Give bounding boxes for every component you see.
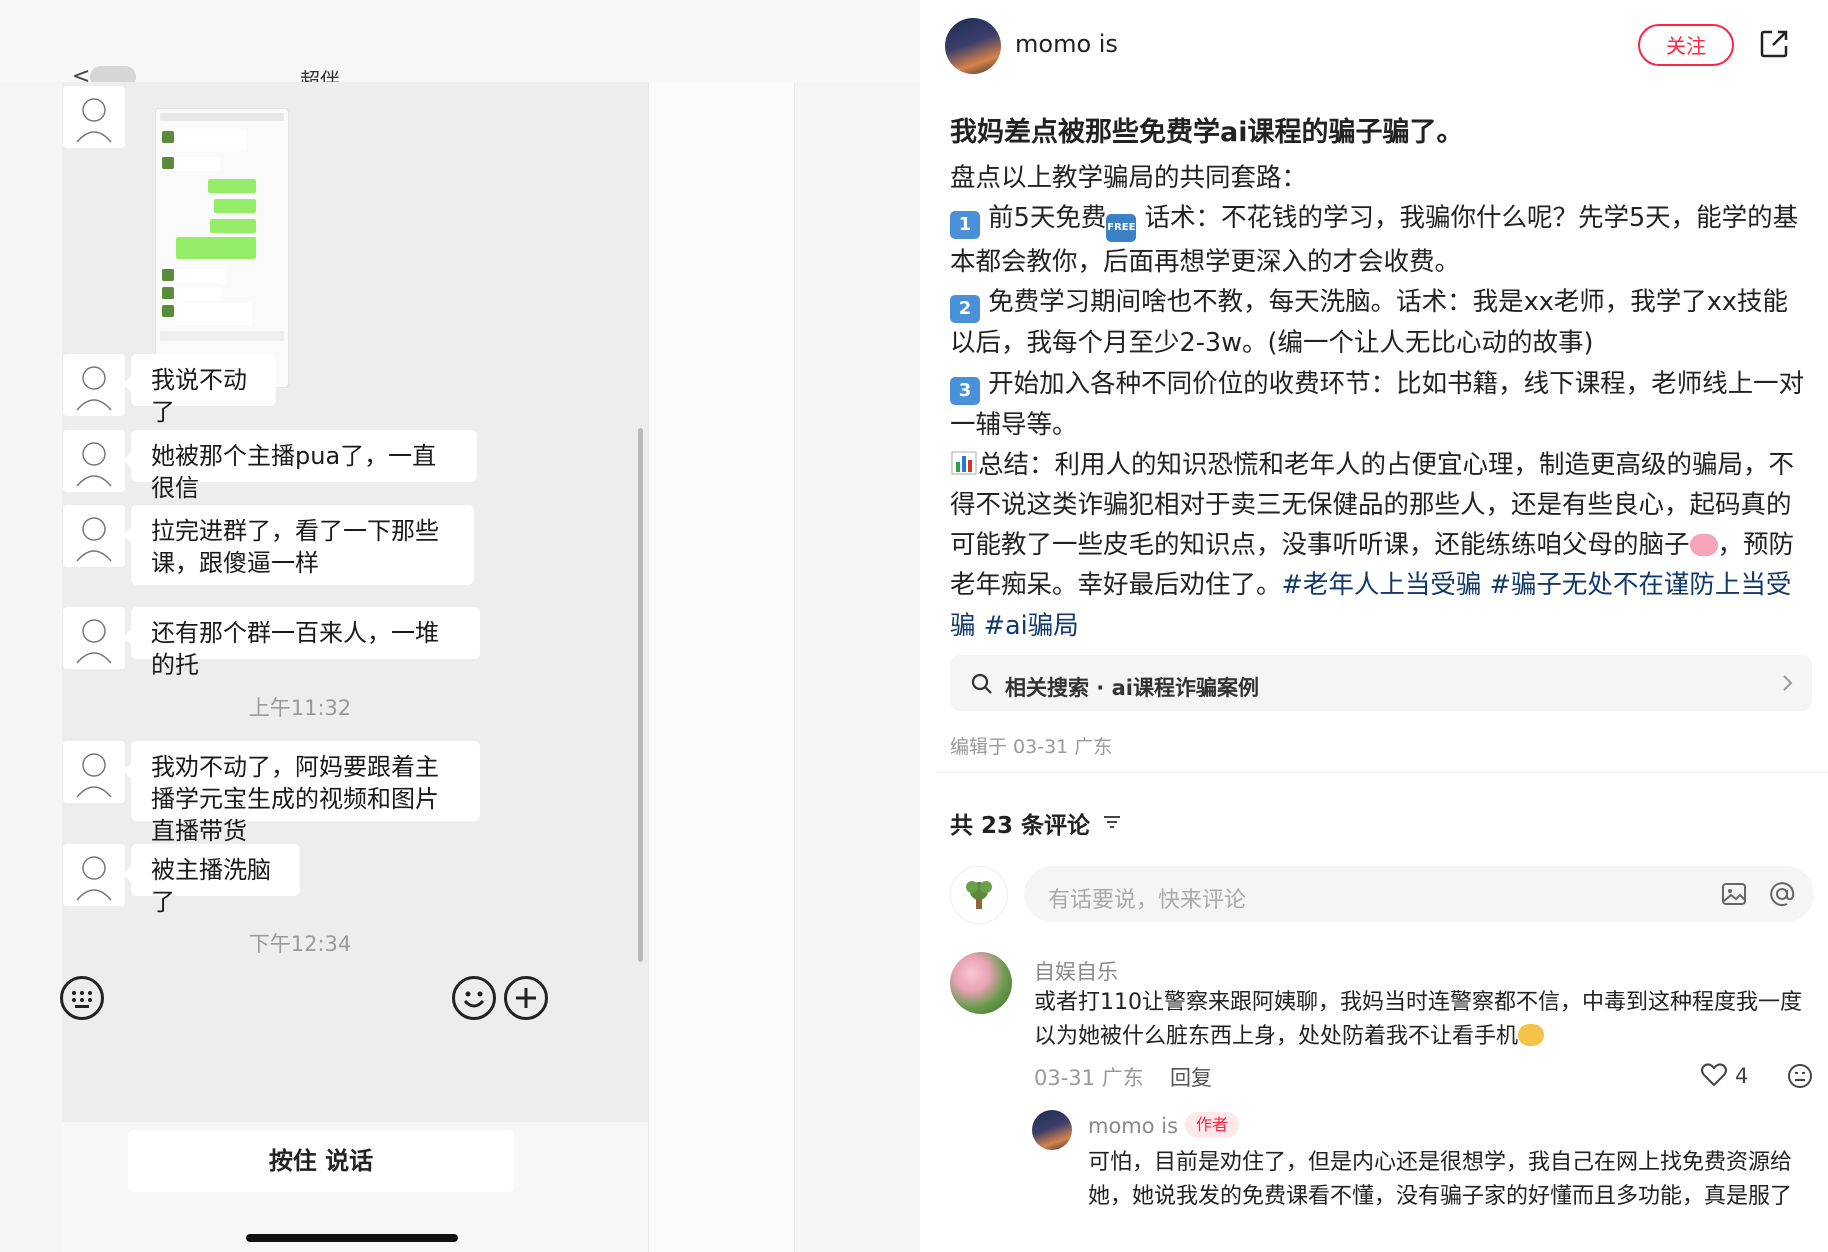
chat-messages	[62, 82, 648, 1252]
divider	[936, 772, 1828, 773]
message-bubble[interactable]: 我劝不动了，阿妈要跟着主播学元宝生成的视频和图片直播带货	[123, 741, 480, 845]
at-mention-icon[interactable]	[1768, 880, 1796, 912]
comment-meta: 03-31 广东	[1034, 1066, 1144, 1090]
message-bubble[interactable]: 她被那个主播pua了，一直很信	[123, 430, 477, 502]
like-icon[interactable]	[1700, 1062, 1728, 1092]
post-body: 盘点以上教学骗局的共同套路： 1 前5天免费FREE 话术：不花钱的学习，我骗你…	[950, 158, 1812, 646]
author-tag: 作者	[1185, 1112, 1239, 1138]
hold-to-talk-button[interactable]: 按住 说话	[128, 1130, 514, 1192]
avatar[interactable]	[63, 354, 125, 416]
message-bubble[interactable]: 还有那个群一百来人，一堆的托	[123, 607, 480, 679]
plus-icon[interactable]	[504, 976, 548, 1020]
point-3: 3 开始加入各种不同价位的收费环节：比如书籍，线下课程，老师线上一对一辅导等。	[950, 368, 1805, 440]
keycap-3-icon: 3	[950, 376, 980, 405]
avatar[interactable]	[63, 844, 125, 906]
reply-button[interactable]: 回复	[1170, 1062, 1212, 1092]
commenter-avatar[interactable]	[950, 952, 1012, 1014]
comment-emoji-icon[interactable]	[1786, 1062, 1814, 1094]
commenter-name[interactable]: 自娱自乐	[1034, 956, 1118, 986]
chevron-right-icon	[1780, 672, 1796, 698]
free-badge-icon: FREE	[1106, 214, 1137, 243]
avatar[interactable]	[63, 741, 125, 803]
comment-count: 共 23 条评论	[950, 813, 1091, 839]
chat-margin	[648, 82, 795, 1252]
follow-button[interactable]: 关注	[1638, 24, 1734, 66]
like-count: 4	[1735, 1064, 1749, 1088]
my-avatar	[950, 866, 1008, 924]
crying-emoji-icon	[1518, 1024, 1545, 1046]
hashtag-link[interactable]: #ai骗局	[984, 611, 1079, 641]
search-icon	[970, 672, 994, 700]
author-reply-avatar[interactable]	[1032, 1110, 1072, 1150]
bar-chart-icon	[950, 450, 978, 480]
avatar[interactable]	[63, 505, 125, 567]
message-bubble[interactable]: 我说不动了	[123, 354, 276, 426]
avatar[interactable]	[63, 86, 125, 148]
hashtag-link[interactable]: #老年人上当受骗	[1282, 570, 1482, 600]
brain-icon	[1689, 534, 1718, 557]
author-avatar[interactable]	[945, 18, 1001, 74]
post-title: 我妈差点被那些免费学ai课程的骗子骗了。	[950, 117, 1464, 148]
point-1: 1 前5天免费FREE 话术：不花钱的学习，我骗你什么呢？先学5天，能学的基本都…	[950, 203, 1799, 278]
emoji-icon[interactable]	[452, 976, 496, 1020]
comment-text: 或者打110让警察来跟阿姨聊，我妈当时连警察都不信，中毒到这种程度我一度以为她被…	[1034, 990, 1802, 1049]
avatar[interactable]	[63, 607, 125, 669]
message-bubble[interactable]: 被主播洗脑了	[123, 844, 300, 916]
message-bubble[interactable]: 拉完进群了，看了一下那些课，跟傻逼一样	[123, 505, 474, 585]
avatar[interactable]	[63, 430, 125, 492]
image-icon[interactable]	[1720, 880, 1748, 912]
point-2: 2 免费学习期间啥也不教，每天洗脑。话术：我是xx老师，我学了xx技能以后，我每…	[950, 287, 1788, 359]
keyboard-icon[interactable]	[60, 976, 104, 1020]
comment-text: 可怕，目前是劝住了，但是内心还是很想学，我自己在网上找免费资源给她，她说我发的免…	[1088, 1150, 1793, 1209]
author-name[interactable]: momo is	[1015, 30, 1118, 58]
summary: 总结：利用人的知识恐慌和老年人的占便宜心理，制造更高级的骗局，不得不说这类诈骗犯…	[950, 449, 1795, 641]
related-search-text[interactable]: 相关搜索 · ai课程诈骗案例	[1005, 672, 1259, 702]
share-icon[interactable]	[1758, 28, 1790, 60]
keycap-1-icon: 1	[950, 211, 980, 240]
intro-line: 盘点以上教学骗局的共同套路：	[950, 163, 1308, 193]
home-indicator	[246, 1234, 458, 1242]
commenter-name[interactable]: momo is	[1088, 1114, 1178, 1138]
edit-info: 编辑于 03-31 广东	[950, 736, 1113, 758]
sort-icon[interactable]	[1102, 812, 1122, 836]
timestamp: 上午11:32	[248, 696, 352, 720]
keycap-2-icon: 2	[950, 295, 980, 324]
image-message-thumbnail[interactable]	[155, 108, 289, 388]
timestamp: 下午12:34	[248, 932, 352, 956]
scrollbar[interactable]	[638, 428, 643, 962]
comment-placeholder: 有话要说，快来评论	[1048, 888, 1247, 913]
